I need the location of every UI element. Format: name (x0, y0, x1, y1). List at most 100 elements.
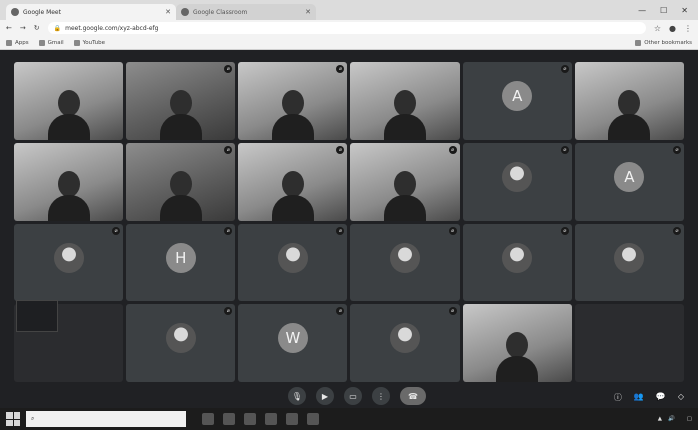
participant-tile[interactable]: ⌀ (238, 142, 348, 221)
media-icon[interactable] (307, 413, 319, 425)
participant-tile[interactable]: ⌀ (126, 142, 236, 221)
captions-button[interactable]: ▭ (344, 387, 362, 405)
browser-tab-active[interactable]: Google Meet ✕ (6, 4, 176, 20)
participant-tile[interactable] (462, 304, 572, 382)
participant-tile[interactable] (350, 62, 460, 140)
url-field[interactable]: 🔒 meet.google.com/xyz-abcd-efg (47, 22, 646, 34)
participant-tile[interactable] (574, 304, 684, 382)
participant-tile[interactable] (14, 62, 124, 140)
chat-icon[interactable]: 💬 (656, 392, 666, 403)
task-view-icon[interactable] (202, 413, 214, 425)
participant-tile[interactable]: ⌀ (350, 142, 460, 221)
search-icon: ⌕ (31, 415, 35, 422)
mic-off-icon: ⌀ (336, 226, 345, 235)
people-icon[interactable]: 👥 (634, 392, 644, 403)
camera-button[interactable]: ▶ (316, 387, 334, 405)
participant-tile[interactable] (574, 62, 684, 140)
notifications-icon[interactable]: ▢ (687, 416, 692, 422)
bookmark-label: YouTube (82, 39, 106, 46)
participant-tile[interactable]: ⌀ (238, 62, 348, 140)
participant-tile[interactable]: ⌀ (350, 304, 460, 382)
mail-icon[interactable] (244, 413, 256, 425)
mic-off-icon: ⌀ (672, 226, 681, 235)
mic-off-icon: ⌀ (224, 226, 233, 235)
reload-icon[interactable]: ↻ (34, 24, 40, 32)
participant-avatar (277, 242, 308, 273)
participant-tile[interactable]: ⌀ (14, 223, 124, 302)
menu-icon[interactable]: ⋮ (684, 24, 692, 33)
participant-tile[interactable]: A ⌀ (574, 142, 684, 221)
bookmark-youtube[interactable]: YouTube (73, 39, 106, 46)
participant-avatar (390, 323, 421, 354)
apps-icon (6, 39, 12, 46)
mic-off-icon: ⌀ (336, 307, 345, 316)
volume-icon[interactable]: 🔊 (668, 416, 675, 422)
call-controls: 🎙 ▶ ▭ ⋮ ☎ (288, 387, 426, 405)
close-icon[interactable]: ✕ (165, 8, 171, 16)
more-icon: ⋮ (377, 391, 385, 401)
mic-off-icon: ⌀ (336, 65, 345, 73)
participant-tile[interactable]: ⌀ (462, 142, 572, 221)
network-icon[interactable]: ▲ (658, 416, 662, 422)
participant-tile[interactable] (14, 142, 124, 221)
participant-tile[interactable]: ⌀ (350, 223, 460, 302)
participant-avatar (390, 242, 421, 273)
participant-avatar (614, 242, 645, 273)
participant-video (270, 165, 316, 221)
mic-button[interactable]: 🎙 (288, 387, 306, 405)
participant-tile[interactable]: A ⌀ (462, 62, 572, 140)
self-view-panel (16, 300, 58, 332)
browser-toolbar-icons: ☆ ● ⋮ (654, 24, 692, 33)
folder-icon (635, 39, 642, 46)
bookmark-gmail[interactable]: Gmail (38, 39, 64, 46)
captions-icon: ▭ (349, 391, 357, 401)
bookmark-label: Other bookmarks (644, 39, 692, 46)
forward-icon[interactable]: → (20, 24, 26, 32)
participant-video (382, 84, 428, 140)
participant-tile[interactable]: ⌀ (126, 62, 236, 140)
participant-tile[interactable]: ⌀ (126, 304, 236, 382)
participant-avatar (502, 242, 533, 273)
browser-tab-bar: Google Meet ✕ Google Classroom ✕ — ☐ ✕ (0, 0, 698, 20)
info-icon[interactable]: ⓘ (614, 392, 622, 403)
bookmark-apps[interactable]: Apps (6, 39, 29, 46)
browser-tab[interactable]: Google Classroom ✕ (176, 4, 316, 20)
taskbar-search-input[interactable]: ⌕ (26, 411, 186, 427)
participant-avatar: A (614, 161, 645, 192)
back-icon[interactable]: ← (6, 24, 12, 32)
close-window-icon[interactable]: ✕ (681, 6, 688, 15)
participant-tile[interactable]: H ⌀ (126, 223, 236, 302)
lock-icon: 🔒 (53, 24, 62, 32)
screen: Google Meet ✕ Google Classroom ✕ — ☐ ✕ ←… (0, 0, 698, 430)
participant-video (158, 165, 204, 221)
other-bookmarks[interactable]: Other bookmarks (635, 39, 692, 46)
activities-icon[interactable]: ◇ (678, 392, 684, 403)
bookmark-label: Gmail (47, 39, 64, 46)
participant-tile[interactable]: ⌀ (574, 223, 684, 302)
participant-video (270, 84, 316, 140)
store-icon[interactable] (265, 413, 277, 425)
mic-off-icon: ⌀ (560, 145, 569, 154)
file-explorer-icon[interactable] (223, 413, 235, 425)
tab-label: Google Classroom (193, 8, 248, 16)
leave-call-button[interactable]: ☎ (400, 387, 426, 405)
minimize-icon[interactable]: — (638, 6, 646, 15)
windows-start-icon[interactable] (6, 412, 20, 426)
gmail-icon (38, 39, 45, 46)
profile-icon[interactable]: ● (669, 24, 676, 33)
more-options-button[interactable]: ⋮ (372, 387, 390, 405)
mic-off-icon: ⌀ (224, 307, 233, 316)
phone-icon: ☎ (408, 391, 418, 401)
maximize-icon[interactable]: ☐ (660, 6, 667, 15)
participant-avatar (165, 323, 196, 354)
participant-tile[interactable]: ⌀ (462, 223, 572, 302)
participant-tile[interactable]: ⌀ (238, 223, 348, 302)
camera-icon: ▶ (321, 391, 329, 401)
address-bar-row: ← → ↻ 🔒 meet.google.com/xyz-abcd-efg ☆ ●… (0, 20, 698, 36)
close-icon[interactable]: ✕ (305, 8, 311, 16)
participant-tile[interactable]: W ⌀ (238, 304, 348, 382)
chrome-icon[interactable] (286, 413, 298, 425)
tab-label: Google Meet (23, 8, 61, 16)
star-icon[interactable]: ☆ (654, 24, 661, 33)
classroom-favicon-icon (181, 8, 189, 16)
